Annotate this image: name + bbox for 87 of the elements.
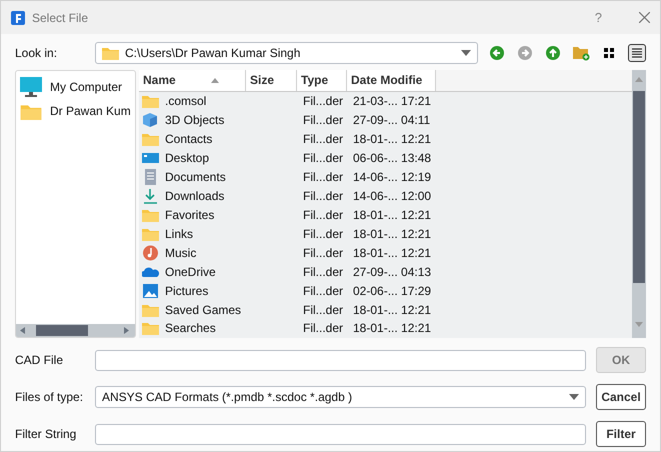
file-date: 27-09-... 04:13 <box>352 264 432 279</box>
file-name[interactable]: 3D Objects <box>165 113 224 128</box>
column-header[interactable]: Date Modifie <box>347 70 436 91</box>
caret-icon <box>569 394 579 400</box>
file-name[interactable]: .comsol <box>165 94 206 108</box>
text-field[interactable] <box>95 350 586 370</box>
file-name[interactable]: Pictures <box>165 284 208 298</box>
up-arrow-icon <box>546 46 560 60</box>
file-type: Fil...der <box>302 246 344 260</box>
file-name[interactable]: Desktop <box>165 151 210 166</box>
dialog-button[interactable]: Filter <box>596 421 646 447</box>
folder-icon <box>142 226 159 241</box>
field-label: Filter String <box>15 427 78 441</box>
file-date: 18-01-... 12:21 <box>352 321 432 336</box>
close-icon[interactable] <box>639 12 650 23</box>
window-title: Select File <box>32 10 90 24</box>
file-date: 14-06-... 12:19 <box>352 170 432 184</box>
cube-icon <box>142 112 159 128</box>
file-type: Fil...der <box>302 151 344 166</box>
column-header[interactable]: Size <box>246 70 297 91</box>
sidebar-item[interactable]: My Computer <box>50 80 122 94</box>
file-date: 27-09-... 04:11 <box>352 113 432 128</box>
list-view-icon <box>632 48 642 58</box>
file-type: Fil...der <box>302 94 344 108</box>
folder-icon <box>142 132 159 146</box>
file-date: 06-06-... 13:48 <box>352 151 432 166</box>
file-date: 18-01-... 12:21 <box>352 226 432 241</box>
music-note-icon <box>142 244 159 261</box>
up-button[interactable] <box>544 44 562 62</box>
file-type: Fil...der <box>302 132 344 146</box>
folder-icon <box>142 321 159 336</box>
forward-arrow-icon <box>518 46 532 60</box>
file-name[interactable]: Music <box>165 246 196 260</box>
field-label: CAD File <box>15 353 64 367</box>
back-button[interactable] <box>488 44 506 62</box>
file-date: 14-06-... 12:00 <box>352 188 432 203</box>
folder-icon <box>20 102 42 120</box>
file-type: Fil...der <box>302 284 344 298</box>
file-date: 18-01-... 12:21 <box>352 302 432 317</box>
monitor-icon <box>20 77 42 97</box>
folder-icon <box>142 302 159 317</box>
file-name[interactable]: Saved Games <box>165 302 242 317</box>
horizontal-scrollbar[interactable] <box>16 324 135 337</box>
look-in-label: Look in: <box>15 46 58 60</box>
vertical-scrollbar[interactable] <box>632 70 646 338</box>
file-name[interactable]: Downloads <box>165 188 224 203</box>
back-arrow-icon <box>490 46 504 60</box>
file-name[interactable]: Documents <box>165 170 226 184</box>
file-date: 02-06-... 17:29 <box>352 284 432 298</box>
file-type: Fil...der <box>302 208 344 222</box>
grid-view-icon <box>604 48 614 58</box>
column-header[interactable]: Name <box>139 70 246 91</box>
file-date: 18-01-... 12:21 <box>352 208 432 222</box>
file-type: Fil...der <box>302 321 344 336</box>
file-type: Fil...der <box>302 170 344 184</box>
file-type: Fil...der <box>302 302 344 317</box>
sort-up-icon <box>210 78 219 83</box>
sidebar-item[interactable]: Dr Pawan Kum <box>50 104 131 118</box>
file-date: 18-01-... 12:21 <box>352 132 432 146</box>
file-type: Fil...der <box>302 113 344 128</box>
document-icon <box>142 169 159 186</box>
file-type: Fil...der <box>302 188 344 203</box>
folder-icon <box>142 94 159 108</box>
new-folder-icon <box>572 45 590 61</box>
caret-icon <box>461 50 471 56</box>
file-name[interactable]: Links <box>165 226 194 241</box>
file-name[interactable]: Contacts <box>165 132 212 146</box>
file-type: Fil...der <box>302 264 344 279</box>
file-date: 18-01-... 12:21 <box>352 246 432 260</box>
details-view-button[interactable] <box>628 44 646 62</box>
folder-icon <box>142 208 159 222</box>
dialog-button[interactable]: Cancel <box>596 384 646 410</box>
new-folder-button[interactable] <box>572 44 590 62</box>
file-type-dropdown[interactable]: ANSYS CAD Formats (*.pmdb *.scdoc *.agdb ) <box>95 386 586 408</box>
file-name[interactable]: OneDrive <box>165 264 216 279</box>
text-field[interactable] <box>95 424 586 444</box>
look-in-dropdown[interactable]: C:\Users\Dr Pawan Kumar Singh <box>95 42 478 64</box>
folder-icon <box>102 46 119 60</box>
app-logo-icon <box>11 10 25 24</box>
file-name[interactable]: Favorites <box>165 208 214 222</box>
download-icon <box>142 188 159 204</box>
file-name[interactable]: Searches <box>165 321 216 336</box>
file-date: 21-03-... 17:21 <box>352 94 432 108</box>
field-label: Files of type: <box>15 390 84 404</box>
image-icon <box>142 282 159 299</box>
file-type: Fil...der <box>302 226 344 241</box>
column-header[interactable]: Type <box>297 70 347 91</box>
